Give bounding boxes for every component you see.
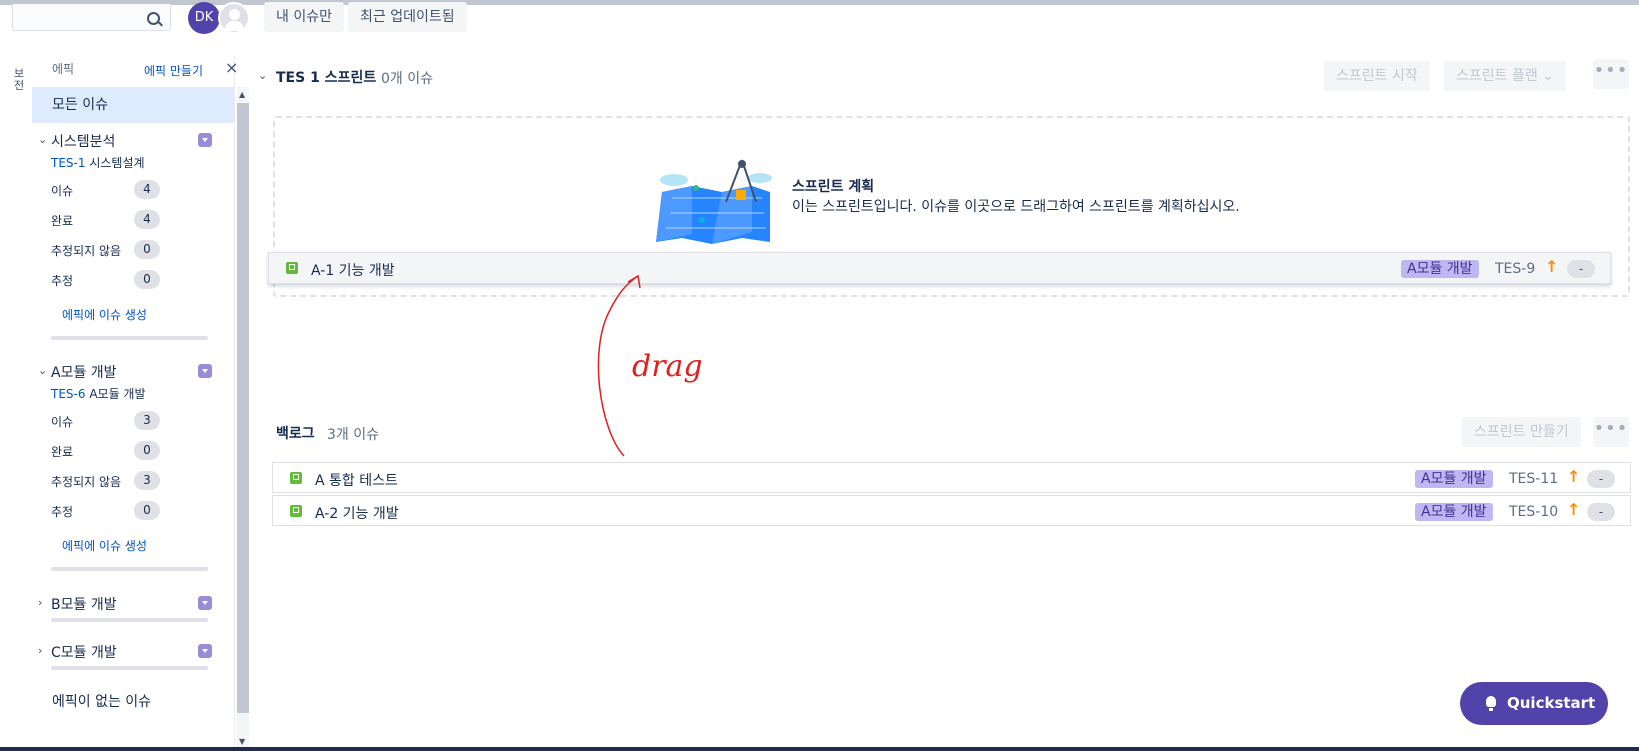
epic-stat-label: 완료	[51, 445, 74, 459]
epic-stat-count: 4	[134, 180, 160, 199]
sprint-title[interactable]: TES 1 스프린트	[276, 67, 376, 87]
chevron-right-icon[interactable]: ›	[38, 596, 42, 609]
epic-stat-label: 완료	[51, 214, 74, 228]
scroll-down-icon[interactable]: ▼	[239, 737, 245, 746]
issue-summary: A 통합 테스트	[315, 473, 398, 489]
issue-key[interactable]: TES-11	[1509, 471, 1558, 487]
create-sprint-button[interactable]: 스프린트 만들기	[1462, 417, 1581, 447]
epic-name: A모듈 개발	[51, 365, 117, 381]
backlog-issue-row[interactable]: A 통합 테스트 A모듈 개발 TES-11 ↑ -	[272, 462, 1631, 493]
epic-dropdown-icon[interactable]	[198, 596, 212, 610]
epic-stat-label: 추정되지 않음	[51, 244, 122, 258]
chevron-down-icon[interactable]: ⌄	[38, 364, 47, 377]
epic-panel-heading: 에픽	[52, 62, 75, 76]
epic-progress-bar	[51, 618, 208, 622]
scrollbar-thumb[interactable]	[237, 103, 249, 713]
dragged-issue-row[interactable]: A-1 기능 개발 A모듈 개발 TES-9 ↑ -	[268, 252, 1611, 284]
sprint-issue-count: 0개 이슈	[381, 71, 433, 87]
story-icon	[290, 472, 302, 484]
backlog-issue-count: 3개 이슈	[327, 427, 379, 443]
sprint-planning-illustration	[656, 159, 772, 244]
epic-progress-bar	[51, 336, 208, 340]
side-tab-label[interactable]: 보전	[14, 68, 28, 92]
story-icon	[286, 262, 298, 274]
search-icon[interactable]	[147, 12, 160, 25]
priority-high-icon: ↑	[1567, 467, 1581, 486]
epic-stat-label: 이슈	[51, 184, 74, 198]
top-strip	[0, 0, 1639, 5]
issue-key[interactable]: TES-9	[1495, 261, 1535, 277]
epic-name: 시스템분석	[51, 134, 116, 150]
epic-stat-count: 3	[134, 411, 160, 430]
drag-annotation: drag	[597, 274, 703, 457]
epic-stat-count: 3	[134, 471, 160, 490]
unassigned-avatar-icon[interactable]	[218, 2, 250, 34]
chevron-down-icon: ⌄	[1542, 68, 1554, 84]
backlog-issue-row[interactable]: A-2 기능 개발 A모듈 개발 TES-10 ↑ -	[272, 495, 1631, 526]
epic-key[interactable]: TES-1 시스템설계	[51, 154, 145, 171]
quickstart-label: Quickstart	[1507, 694, 1596, 712]
epic-dropdown-icon[interactable]	[198, 133, 212, 147]
epic-dropdown-icon[interactable]	[198, 644, 212, 658]
drag-annotation-text: drag	[632, 349, 703, 384]
epic-stat-count: 0	[134, 270, 160, 289]
scroll-up-icon[interactable]: ▲	[239, 90, 245, 99]
quickstart-button[interactable]: Quickstart	[1460, 682, 1608, 725]
backlog-more-button[interactable]: •••	[1593, 417, 1629, 447]
all-issues-item[interactable]: 모든 이슈	[32, 87, 234, 123]
issues-without-epic-item[interactable]: 에픽이 없는 이슈	[52, 691, 151, 711]
sprint-plan-title: 스프린트 계획	[792, 179, 875, 195]
epic-stat-count: 0	[134, 441, 160, 460]
epic-progress-bar	[51, 567, 208, 571]
bottom-strip	[0, 747, 1639, 751]
recently-updated-filter-button[interactable]: 최근 업데이트됨	[348, 2, 467, 32]
create-issue-in-epic-link[interactable]: 에픽에 이슈 생성	[62, 306, 147, 323]
sprint-more-button[interactable]: •••	[1593, 59, 1629, 89]
story-icon	[290, 505, 302, 517]
create-epic-link[interactable]: 에픽 만들기	[144, 62, 203, 79]
issue-summary: A-1 기능 개발	[311, 263, 395, 279]
sprint-plan-button[interactable]: 스프린트 플랜 ⌄	[1444, 61, 1566, 91]
estimate-badge[interactable]: -	[1567, 260, 1595, 278]
sprint-plan-description: 이는 스프린트입니다. 이슈를 이곳으로 드래그하여 스프린트를 계획하십시오.	[792, 199, 1240, 215]
epic-stat-label: 이슈	[51, 415, 74, 429]
chevron-right-icon[interactable]: ›	[38, 644, 42, 657]
priority-high-icon: ↑	[1545, 257, 1559, 276]
epic-panel-scrollbar[interactable]: ▲ ▼	[237, 87, 249, 751]
epic-lozenge[interactable]: A모듈 개발	[1415, 503, 1493, 521]
epic-key[interactable]: TES-6 A모듈 개발	[51, 385, 146, 402]
estimate-badge[interactable]: -	[1587, 503, 1615, 521]
epic-stat-count: 4	[134, 210, 160, 229]
avatar[interactable]: DK	[188, 2, 220, 34]
chevron-down-icon[interactable]: ⌄	[38, 133, 47, 146]
epic-stat-label: 추정	[51, 274, 74, 288]
close-icon[interactable]: ×	[225, 58, 238, 77]
my-issues-filter-button[interactable]: 내 이슈만	[264, 2, 344, 32]
create-issue-in-epic-link[interactable]: 에픽에 이슈 생성	[62, 537, 147, 554]
epic-stat-count: 0	[134, 240, 160, 259]
issue-summary: A-2 기능 개발	[315, 506, 399, 522]
start-sprint-button[interactable]: 스프린트 시작	[1324, 61, 1430, 91]
chevron-down-icon[interactable]: ⌄	[258, 69, 267, 82]
epic-stat-label: 추정	[51, 505, 74, 519]
issue-key[interactable]: TES-10	[1509, 504, 1558, 520]
epic-dropdown-icon[interactable]	[198, 364, 212, 378]
lightbulb-icon	[1486, 696, 1496, 711]
search-input[interactable]	[12, 4, 171, 31]
priority-high-icon: ↑	[1567, 500, 1581, 519]
epic-lozenge[interactable]: A모듈 개발	[1401, 260, 1479, 278]
epic-lozenge[interactable]: A모듈 개발	[1415, 470, 1493, 488]
epic-stat-count: 0	[134, 501, 160, 520]
epic-stat-label: 추정되지 않음	[51, 475, 122, 489]
backlog-title[interactable]: 백로그	[276, 423, 315, 443]
epic-progress-bar	[51, 666, 208, 670]
epic-name: B모듈 개발	[51, 597, 117, 613]
epic-name: C모듈 개발	[51, 645, 117, 661]
estimate-badge[interactable]: -	[1587, 470, 1615, 488]
